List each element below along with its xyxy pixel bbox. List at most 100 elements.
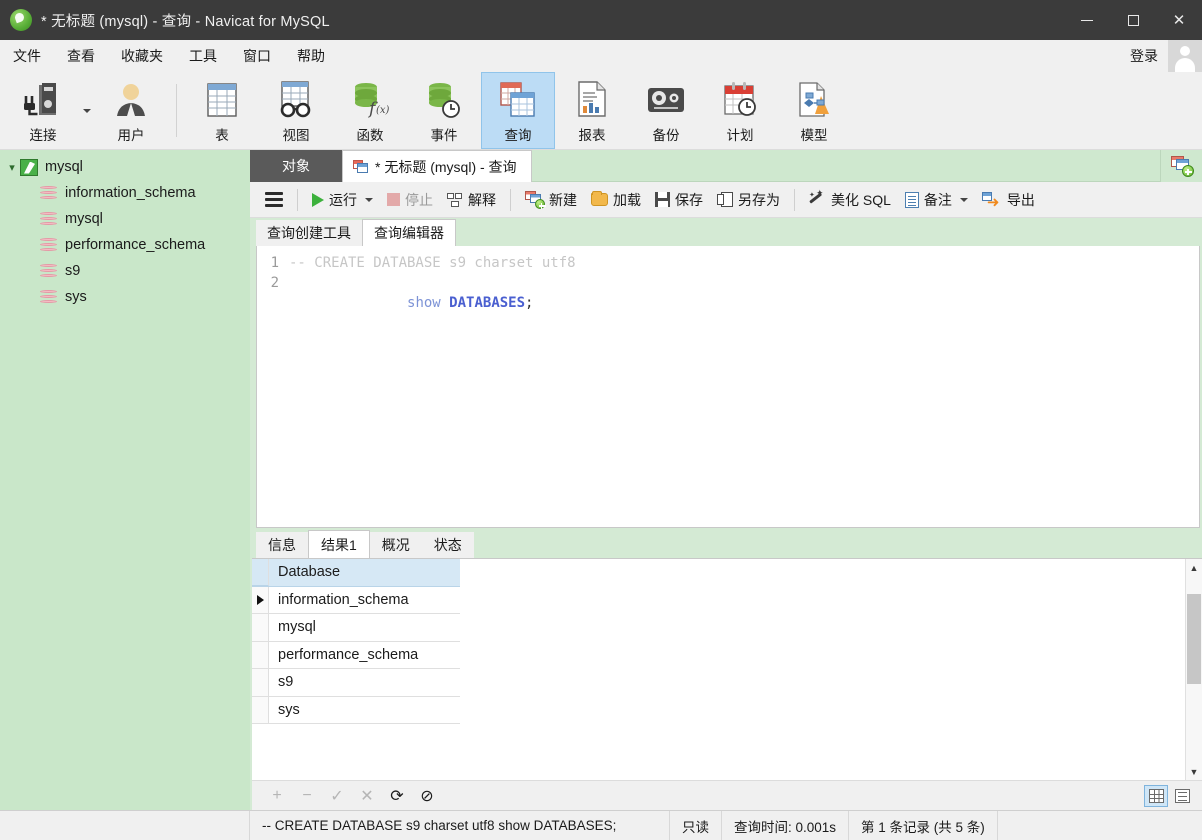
note-button[interactable]: 备注 [898,185,975,215]
toolbar-button-table[interactable]: 表 [185,72,259,149]
current-row-arrow-icon [256,594,264,605]
scroll-up-icon[interactable]: ▲ [1186,559,1202,576]
table-row[interactable]: s9 [252,669,460,697]
tree-item-performance-schema[interactable]: performance_schema [0,232,250,258]
table-row[interactable]: mysql [252,614,460,642]
toolbar-label-event: 事件 [430,127,458,143]
toolbar-button-view[interactable]: 视图 [259,72,333,149]
note-dropdown-icon[interactable] [959,197,968,202]
cell-database[interactable]: performance_schema [269,647,418,663]
toolbar-label-model: 模型 [800,127,828,143]
svg-text:(x): (x) [376,105,389,116]
toolbar-button-connection[interactable]: 连接 [6,72,80,149]
close-icon[interactable]: ✕ [1156,0,1202,40]
toolbar-button-function[interactable]: f (x) 函数 [333,72,407,149]
tree-item-sys[interactable]: sys [0,284,250,310]
cancel-icon[interactable]: ✕ [354,784,380,808]
tab-status[interactable]: 状态 [421,532,474,558]
refresh-icon[interactable]: ⟳ [384,784,410,808]
minimize-icon[interactable] [1064,0,1110,40]
menu-item-tools[interactable]: 工具 [176,40,230,72]
stop-button[interactable]: 停止 [380,185,440,215]
export-button[interactable]: ➜ 导出 [975,185,1042,215]
menu-item-favorites[interactable]: 收藏夹 [108,40,176,72]
login-button[interactable]: 登录 [1120,46,1168,66]
tab-query-builder[interactable]: 查询创建工具 [256,220,362,246]
menu-item-file[interactable]: 文件 [0,40,54,72]
grid-empty-area [460,559,1185,780]
row-indicator-cell [252,696,269,723]
run-dropdown-icon[interactable] [365,197,373,202]
toolbar-button-user[interactable]: 用户 [94,72,168,149]
tab-result1[interactable]: 结果1 [308,530,370,558]
beautify-sql-button[interactable]: ✦ ✦ 美化 SQL [802,185,898,215]
hamburger-menu-icon[interactable] [258,185,290,215]
toolbar-button-model[interactable]: 模型 [777,72,851,149]
form-view-icon[interactable] [1170,785,1194,807]
cell-database[interactable]: s9 [269,674,293,690]
scrollbar-thumb[interactable] [1187,594,1201,684]
table-row[interactable]: sys [252,696,460,724]
toolbar-button-report[interactable]: 报表 [555,72,629,149]
save-as-button[interactable]: 另存为 [710,185,787,215]
tree-label-db: information_schema [65,185,196,201]
sql-editor[interactable]: 1 -- CREATE DATABASE s9 charset utf8 2 s… [256,246,1200,528]
load-button[interactable]: 加载 [584,185,648,215]
toolbar-button-query[interactable]: 查询 [481,72,555,149]
stop-loading-icon[interactable]: ⊘ [414,784,440,808]
confirm-icon[interactable]: ✓ [324,784,350,808]
table-row[interactable]: information_schema [252,586,460,614]
result-grid-scrollbar[interactable]: ▲ ▼ [1185,559,1202,780]
chevron-down-icon[interactable]: ▾ [4,161,20,174]
save-floppy-icon [655,192,670,207]
grid-view-icon[interactable] [1144,784,1168,807]
toolbar-button-schedule[interactable]: 计划 [703,72,777,149]
cell-database[interactable]: information_schema [269,592,409,608]
user-avatar-icon[interactable] [1168,40,1202,72]
tab-info[interactable]: 信息 [256,532,308,558]
beautify-sql-label: 美化 SQL [831,191,891,208]
save-button[interactable]: 保存 [648,185,710,215]
menu-item-window[interactable]: 窗口 [230,40,284,72]
window-title: * 无标题 (mysql) - 查询 - Navicat for MySQL [41,13,330,30]
navicat-window: * 无标题 (mysql) - 查询 - Navicat for MySQL ✕… [0,0,1202,840]
scrollbar-track[interactable] [1186,576,1202,763]
table-row[interactable]: performance_schema [252,641,460,669]
export-label: 导出 [1006,191,1035,208]
tab-query-editor[interactable]: 查询编辑器 [362,219,456,246]
toolbar-button-event[interactable]: 事件 [407,72,481,149]
column-header-database[interactable]: Database [269,564,340,580]
backup-tape-icon [645,78,687,122]
tab-strip-filler [531,150,1160,182]
tab-strip: 对象 * 无标题 (mysql) - 查询 [250,150,1202,182]
row-indicator-cell [252,586,269,613]
report-chart-icon [574,78,610,122]
maximize-icon[interactable] [1110,0,1156,40]
new-query-button[interactable]: 新建 [518,185,584,215]
tab-query[interactable]: * 无标题 (mysql) - 查询 [342,150,532,182]
menu-item-view[interactable]: 查看 [54,40,108,72]
database-icon [40,211,57,227]
save-label: 保存 [675,191,703,208]
result-grid[interactable]: Database information_schema mysql perfor… [252,559,460,780]
status-record-info: 第 1 条记录 (共 5 条) [849,810,998,840]
tab-profile[interactable]: 概况 [369,532,422,558]
remove-record-icon[interactable]: − [294,784,320,808]
tree-item-connection-mysql[interactable]: ▾ mysql [0,154,250,180]
explain-button[interactable]: 解释 [440,185,503,215]
result-grid-wrapper: Database information_schema mysql perfor… [252,558,1202,780]
menu-item-help[interactable]: 帮助 [284,40,338,72]
tree-item-mysql[interactable]: mysql [0,206,250,232]
cell-database[interactable]: sys [269,702,300,718]
tree-item-information-schema[interactable]: information_schema [0,180,250,206]
tab-objects[interactable]: 对象 [250,150,342,182]
tree-label-db: sys [65,289,87,305]
toolbar-button-backup[interactable]: 备份 [629,72,703,149]
add-record-icon[interactable]: + [264,784,290,808]
cell-database[interactable]: mysql [269,619,316,635]
scroll-down-icon[interactable]: ▼ [1186,763,1202,780]
tree-item-s9[interactable]: s9 [0,258,250,284]
run-button[interactable]: 运行 [305,185,380,215]
connection-dropdown-icon[interactable] [80,72,94,149]
new-tab-plus-icon[interactable] [1160,150,1202,182]
